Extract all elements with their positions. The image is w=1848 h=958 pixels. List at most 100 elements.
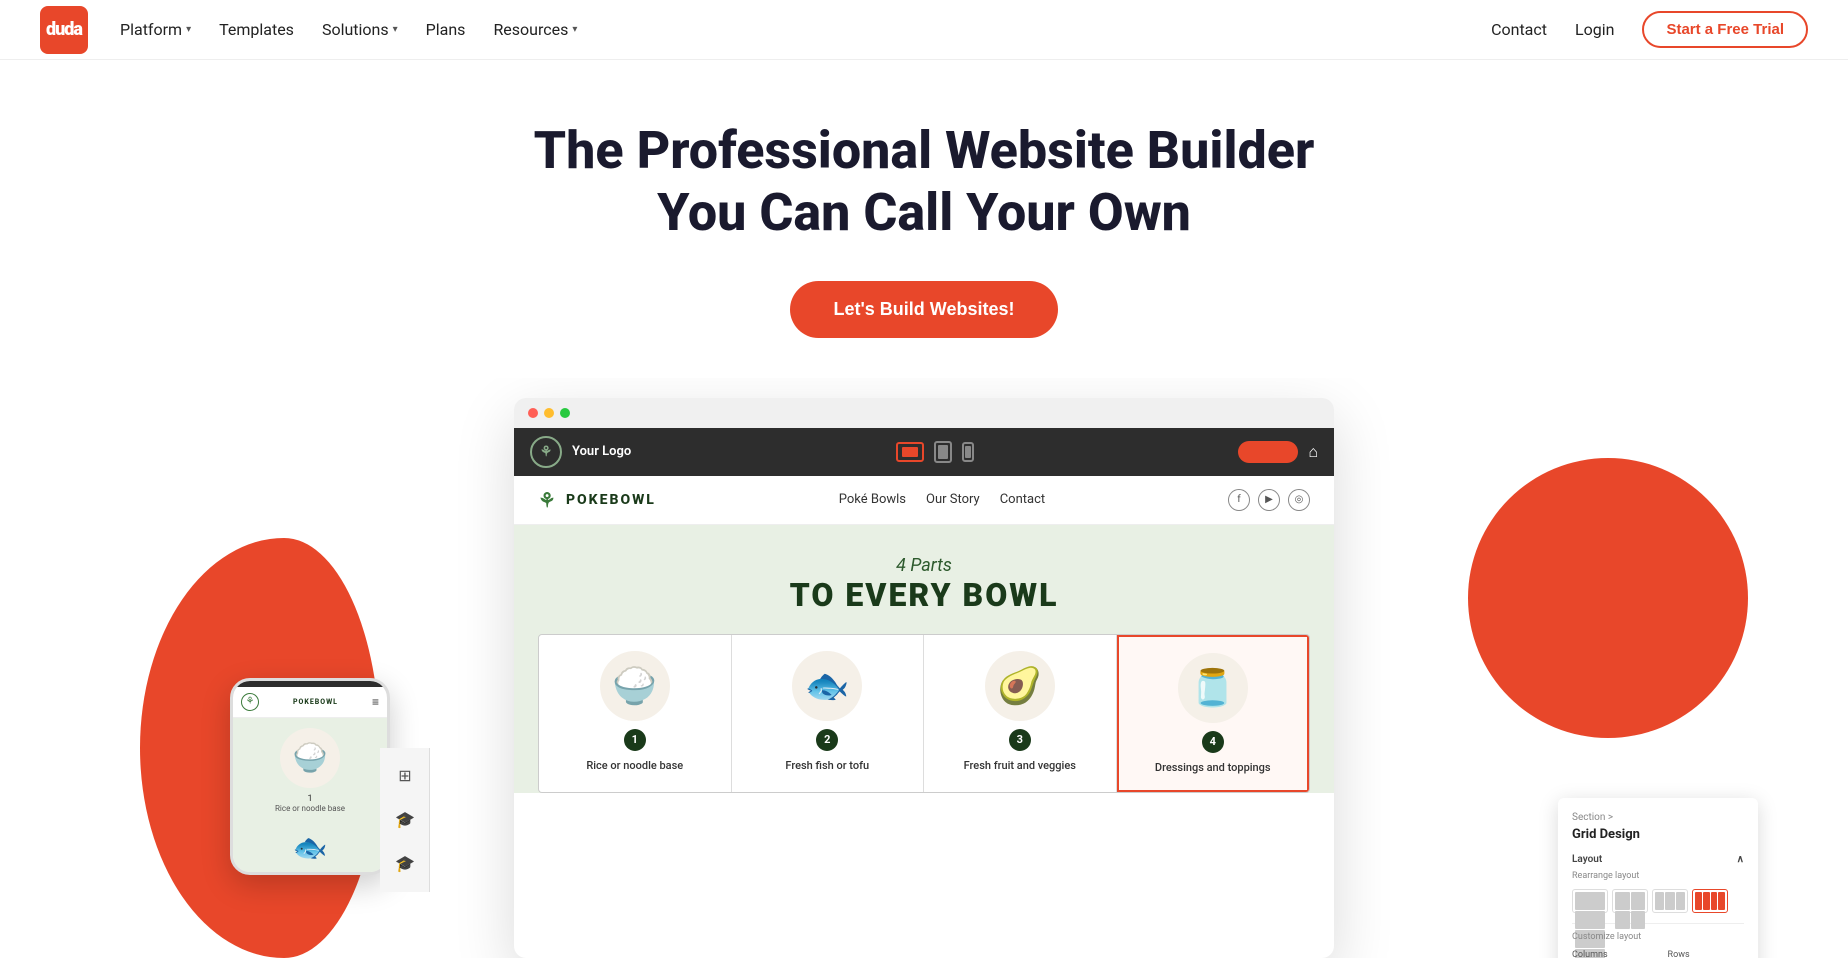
bowl-label-4: Dressings and toppings <box>1155 761 1271 774</box>
pokebowl-section-title: TO EVERY BOWL <box>538 576 1310 614</box>
phone-menu-icon[interactable]: ≡ <box>372 695 379 709</box>
nav-contact-link[interactable]: Contact <box>1491 20 1547 39</box>
browser-window: ⚘ Your Logo ⌂ <box>514 398 1334 958</box>
rows-label: Rows <box>1668 950 1756 958</box>
pokebowl-content: 4 Parts TO EVERY BOWL 🍚 1 Rice or noodle… <box>514 525 1334 793</box>
bowl-number-2: 2 <box>816 729 838 751</box>
columns-field: Columns 4 Gap px <box>1572 950 1660 958</box>
bowl-number-1: 1 <box>624 729 646 751</box>
bowl-item-3: 🥑 3 Fresh fruit and veggies <box>924 635 1117 792</box>
rows-field: Rows 1 Gap px <box>1668 950 1756 958</box>
builder-orange-pill <box>1238 441 1298 463</box>
nav-right: Contact Login Start a Free Trial <box>1491 11 1808 48</box>
youtube-icon[interactable]: ▶ <box>1258 489 1280 511</box>
chevron-down-icon: ▾ <box>393 24 398 35</box>
panel-title: Grid Design <box>1572 827 1744 842</box>
phone-frame: ⚘ POKEBOWL ≡ 🍚 1 Rice or noodle base 🐟 <box>230 678 390 875</box>
hero-cta-button[interactable]: Let's Build Websites! <box>790 281 1059 338</box>
bowl-label-3: Fresh fruit and veggies <box>964 759 1076 772</box>
close-dot <box>528 408 538 418</box>
bowl-food-image-3: 🥑 <box>985 651 1055 721</box>
phone-logo-icon: ⚘ <box>241 693 259 711</box>
phone-salmon-area: 🐟 <box>233 823 387 872</box>
facebook-icon[interactable]: f <box>1228 489 1250 511</box>
mobile-device-icon[interactable] <box>962 442 974 462</box>
browser-chrome <box>514 398 1334 428</box>
layout-options <box>1572 889 1744 913</box>
desktop-device-icon[interactable] <box>896 442 924 462</box>
nav-links: Platform ▾ Templates Solutions ▾ Plans R… <box>120 20 577 39</box>
pokebowl-subtitle: 4 Parts <box>538 555 1310 576</box>
pokebowl-social-icons: f ▶ ◎ <box>1228 489 1310 511</box>
pokebowl-nav-link-story[interactable]: Our Story <box>926 492 980 507</box>
layers-tool[interactable]: ⊞ <box>380 756 430 796</box>
window-controls <box>528 408 570 418</box>
phone-content: 🍚 1 Rice or noodle base <box>233 718 387 823</box>
phone-mockup: ⚘ POKEBOWL ≡ 🍚 1 Rice or noodle base 🐟 <box>230 678 390 875</box>
main-nav: duda Platform ▾ Templates Solutions ▾ Pl… <box>0 0 1848 60</box>
nav-login-link[interactable]: Login <box>1575 20 1614 39</box>
minimize-dot <box>544 408 554 418</box>
blob-right-decoration <box>1468 458 1748 738</box>
bowl-food-image-4: 🫙 <box>1178 653 1248 723</box>
bowl-items-grid: 🍚 1 Rice or noodle base 🐟 2 Fresh fish o… <box>538 634 1310 793</box>
pokebowl-logo: ⚘ POKEBOWL <box>538 488 656 512</box>
home-icon[interactable]: ⌂ <box>1308 442 1318 462</box>
bowl-label-2: Fresh fish or tofu <box>785 759 869 772</box>
pokebowl-nav-links: Poké Bowls Our Story Contact <box>839 492 1045 507</box>
phone-item-label: Rice or noodle base <box>241 804 379 813</box>
nav-platform[interactable]: Platform ▾ <box>120 20 191 39</box>
maximize-dot <box>560 408 570 418</box>
bowl-number-4: 4 <box>1202 731 1224 753</box>
builder-logo-icon: ⚘ <box>530 436 562 468</box>
pokebowl-nav-link-bowls[interactable]: Poké Bowls <box>839 492 906 507</box>
bowl-item-1: 🍚 1 Rice or noodle base <box>539 635 732 792</box>
pokebowl-logo-icon: ⚘ <box>538 488 558 512</box>
duda-logo[interactable]: duda <box>40 6 88 54</box>
element-tool[interactable]: 🎓 <box>380 800 430 840</box>
layout-1col-option[interactable] <box>1572 889 1608 913</box>
chevron-up-icon[interactable]: ∧ <box>1737 854 1744 865</box>
pokebowl-nav-link-contact[interactable]: Contact <box>1000 492 1045 507</box>
chevron-down-icon: ▾ <box>572 24 577 35</box>
panel-breadcrumb: Section > <box>1572 812 1744 823</box>
panel-layout-label: Layout ∧ <box>1572 854 1744 865</box>
layout-3col-option[interactable] <box>1652 889 1688 913</box>
chevron-down-icon: ▾ <box>186 24 191 35</box>
panel-customize-label: Customize layout <box>1572 932 1744 942</box>
bowl-food-image-2: 🐟 <box>792 651 862 721</box>
panel-customize-fields: Columns 4 Gap px Rows 1 Gap <box>1572 950 1744 958</box>
bowl-item-4: 🫙 4 Dressings and toppings <box>1117 635 1310 792</box>
nav-plans[interactable]: Plans <box>426 20 466 39</box>
layout-2col-option[interactable] <box>1612 889 1648 913</box>
instagram-icon[interactable]: ◎ <box>1288 489 1310 511</box>
widget-tool[interactable]: 🎓 <box>380 844 430 884</box>
builder-logo-text: Your Logo <box>572 444 631 459</box>
pokebowl-site: ⚘ POKEBOWL Poké Bowls Our Story Contact … <box>514 476 1334 793</box>
phone-site-nav: ⚘ POKEBOWL ≡ <box>233 687 387 718</box>
phone-item-number: 1 <box>241 794 379 804</box>
layout-4col-option[interactable] <box>1692 889 1728 913</box>
nav-resources[interactable]: Resources ▾ <box>493 20 577 39</box>
mockup-section: ⚘ POKEBOWL ≡ 🍚 1 Rice or noodle base 🐟 ⊞… <box>0 378 1848 958</box>
nav-templates[interactable]: Templates <box>219 20 294 39</box>
hero-headline: The Professional Website Builder You Can… <box>514 120 1334 245</box>
nav-left: duda Platform ▾ Templates Solutions ▾ Pl… <box>40 6 577 54</box>
start-free-trial-button[interactable]: Start a Free Trial <box>1642 11 1808 48</box>
bowl-label-1: Rice or noodle base <box>586 759 683 772</box>
left-tool-panel: ⊞ 🎓 🎓 <box>380 748 430 892</box>
columns-label: Columns <box>1572 950 1660 958</box>
device-switcher <box>896 441 974 463</box>
phone-food-image: 🍚 <box>280 728 340 788</box>
tablet-device-icon[interactable] <box>934 441 952 463</box>
builder-logo-area: ⚘ Your Logo <box>530 436 631 468</box>
pokebowl-nav: ⚘ POKEBOWL Poké Bowls Our Story Contact … <box>514 476 1334 525</box>
nav-solutions[interactable]: Solutions ▾ <box>322 20 398 39</box>
pokebowl-title-area: 4 Parts TO EVERY BOWL <box>538 555 1310 614</box>
hero-section: The Professional Website Builder You Can… <box>0 60 1848 378</box>
bowl-item-2: 🐟 2 Fresh fish or tofu <box>732 635 925 792</box>
grid-design-panel: Section > Grid Design Layout ∧ Rearrange… <box>1558 798 1758 958</box>
builder-toolbar: ⚘ Your Logo ⌂ <box>514 428 1334 476</box>
panel-rearrange-label: Rearrange layout <box>1572 871 1744 881</box>
bowl-food-image-1: 🍚 <box>600 651 670 721</box>
